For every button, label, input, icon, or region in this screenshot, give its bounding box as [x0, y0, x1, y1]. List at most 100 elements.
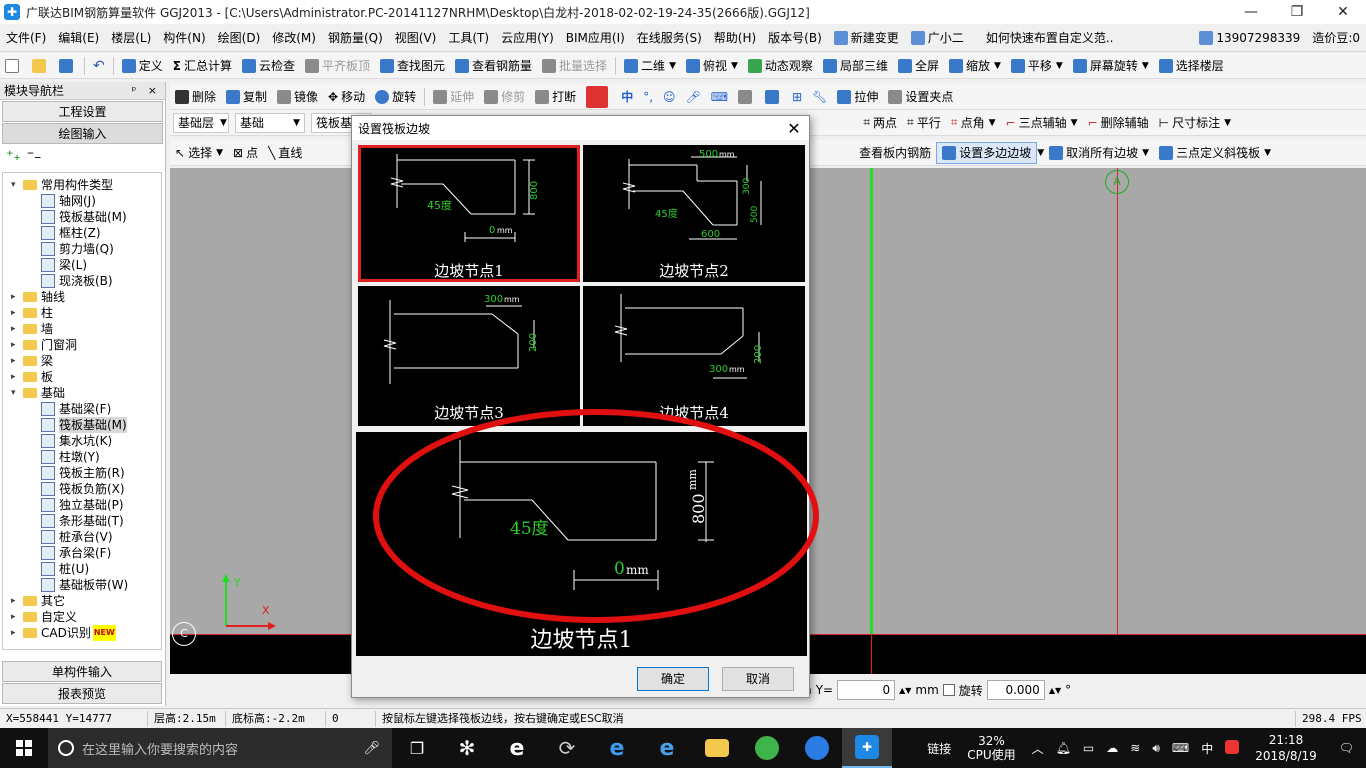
- cancel-all-slope-dropdown[interactable]: 取消所有边坡 ▼: [1044, 142, 1154, 164]
- local-3d-button[interactable]: 局部三维: [818, 55, 893, 77]
- 360-browser-icon[interactable]: [742, 728, 792, 768]
- sogou-tray-icon[interactable]: [1219, 739, 1245, 757]
- three-point-slope-dropdown[interactable]: 三点定义斜筏板 ▼: [1154, 142, 1276, 164]
- collapse-all-icon[interactable]: ⁻₋: [27, 148, 42, 164]
- expand-icon[interactable]: ▸: [11, 593, 21, 609]
- expand-icon[interactable]: ▸: [11, 609, 21, 625]
- tree-item[interactable]: 轴网(J): [41, 193, 96, 209]
- chevron-up-icon[interactable]: ︿: [1026, 740, 1050, 757]
- find-element-button[interactable]: 查找图元: [375, 55, 450, 77]
- cloud-sync-icon[interactable]: ☁: [1100, 741, 1124, 755]
- network-link-label[interactable]: 链接: [921, 740, 957, 757]
- menu-version[interactable]: 版本号(B): [762, 24, 828, 52]
- menu-online[interactable]: 在线服务(S): [631, 24, 708, 52]
- clock[interactable]: 21:18 2018/8/19: [1245, 732, 1327, 764]
- define-button[interactable]: 定义: [117, 55, 168, 77]
- menu-file[interactable]: 文件(F): [0, 24, 52, 52]
- tree-folder[interactable]: ▸ 墙: [11, 321, 53, 337]
- expand-icon[interactable]: ▸: [11, 321, 21, 337]
- dimension-dropdown[interactable]: ⊢ 尺寸标注 ▼: [1154, 112, 1236, 134]
- swirl-app-icon[interactable]: ⟳: [542, 728, 592, 768]
- start-button[interactable]: [0, 728, 48, 768]
- action-center-icon[interactable]: 🗨︎: [1327, 741, 1366, 755]
- rotate-checkbox[interactable]: [942, 684, 955, 696]
- keyboard-icon[interactable]: ⌨: [1166, 741, 1195, 755]
- ok-button[interactable]: 确定: [637, 667, 709, 691]
- minimize-button[interactable]: —: [1228, 0, 1274, 24]
- copy-button[interactable]: 复制: [221, 86, 272, 108]
- tree-folder[interactable]: ▸ 轴线: [11, 289, 65, 305]
- view-2d-dropdown[interactable]: 二维 ▼: [619, 55, 681, 77]
- trim-button[interactable]: 修剪: [479, 86, 530, 108]
- mic-icon[interactable]: 🎤︎: [363, 741, 380, 756]
- tree-item[interactable]: 独立基础(P): [41, 497, 124, 513]
- pan-dropdown[interactable]: 平移 ▼: [1006, 55, 1068, 77]
- delete-axis-button[interactable]: ⌐ 删除辅轴: [1083, 112, 1154, 134]
- ime-emoji-icon[interactable]: ☺: [658, 86, 681, 108]
- tree-item[interactable]: 现浇板(B): [41, 273, 113, 289]
- tree-item[interactable]: 筏板负筋(X): [41, 481, 125, 497]
- price-bean-label[interactable]: 造价豆:0: [1306, 24, 1366, 52]
- close-button[interactable]: ✕: [1320, 0, 1366, 24]
- menu-component[interactable]: 构件(N): [157, 24, 211, 52]
- promo-link[interactable]: 如何快速布置自定义范..: [980, 24, 1120, 52]
- expand-icon[interactable]: ▸: [11, 369, 21, 385]
- batch-select-button[interactable]: 批量选择: [537, 55, 612, 77]
- cpu-usage[interactable]: 32% CPU使用: [957, 734, 1025, 762]
- tree-item[interactable]: 梁(L): [41, 257, 87, 273]
- flat-slab-top-button[interactable]: 平齐板顶: [300, 55, 375, 77]
- expand-icon[interactable]: ▸: [11, 625, 21, 641]
- stretch-button[interactable]: 拉伸: [832, 86, 883, 108]
- ie-browser-icon[interactable]: e: [492, 728, 542, 768]
- expand-icon[interactable]: ▸: [11, 289, 21, 305]
- drawing-input-tab[interactable]: 绘图输入: [2, 123, 163, 144]
- tree-folder[interactable]: ▸ 门窗洞: [11, 337, 77, 353]
- tree-folder[interactable]: ▾ 常用构件类型: [11, 177, 113, 193]
- dialog-close-icon[interactable]: ✕: [779, 119, 809, 138]
- tree-folder[interactable]: ▾ 基础: [11, 385, 65, 401]
- tree-item[interactable]: 筏板基础(M): [41, 417, 127, 433]
- menu-floor[interactable]: 楼层(L): [105, 24, 157, 52]
- menu-draw[interactable]: 绘图(D): [212, 24, 267, 52]
- slope-node-4-option[interactable]: 300 mm 200 边坡节点4: [583, 286, 805, 426]
- cloud-check-button[interactable]: 云检查: [237, 55, 300, 77]
- ime-chinese-toggle[interactable]: 中: [616, 86, 638, 108]
- tree-item[interactable]: 条形基础(T): [41, 513, 124, 529]
- select-dropdown[interactable]: ↖ 选择 ▼: [170, 142, 228, 164]
- undo-icon[interactable]: ↶: [88, 55, 110, 77]
- tree-folder[interactable]: ▸ CAD识别 NEW: [11, 625, 116, 641]
- ime-user-icon[interactable]: [733, 86, 760, 108]
- two-points-button[interactable]: ⌗ 两点: [858, 112, 902, 134]
- menu-bim[interactable]: BIM应用(I): [560, 24, 631, 52]
- view-slab-rebar-button[interactable]: 查看板内钢筋: [854, 142, 936, 164]
- delete-button[interactable]: 删除: [170, 86, 221, 108]
- ime-grid-icon[interactable]: ⊞: [787, 86, 807, 108]
- pin-close-icons[interactable]: ᵖ ×: [132, 84, 161, 97]
- fan-app-icon[interactable]: ✻: [442, 728, 492, 768]
- floor-select[interactable]: 基础层 ▼: [173, 112, 229, 133]
- tree-folder[interactable]: ▸ 梁: [11, 353, 53, 369]
- task-view-icon[interactable]: ❐: [392, 728, 442, 768]
- tree-folder[interactable]: ▸ 板: [11, 369, 53, 385]
- tree-item[interactable]: 柱墩(Y): [41, 449, 100, 465]
- top-view-dropdown[interactable]: 俯视 ▼: [681, 55, 743, 77]
- collapse-icon[interactable]: ▾: [11, 385, 21, 401]
- sogou-app-icon[interactable]: [792, 728, 842, 768]
- ime-logo-icon[interactable]: [581, 85, 616, 108]
- wifi-icon[interactable]: ≋: [1124, 741, 1146, 755]
- ime-indicator[interactable]: 中: [1195, 740, 1219, 757]
- select-floor-button[interactable]: 选择楼层: [1154, 55, 1229, 77]
- point-angle-dropdown[interactable]: ⌗ 点角 ▼: [946, 112, 1001, 134]
- open-folder-icon[interactable]: [27, 55, 54, 77]
- chevron-down-icon[interactable]: ▼: [1037, 148, 1044, 158]
- y-offset-input[interactable]: 0: [837, 680, 896, 700]
- collapse-icon[interactable]: ▾: [11, 177, 21, 193]
- slope-node-3-option[interactable]: 300 mm 200 边坡节点3: [358, 286, 580, 426]
- expand-all-icon[interactable]: ⁺₊: [6, 148, 21, 164]
- glodon-app-icon[interactable]: ✚: [842, 728, 892, 768]
- line-button[interactable]: ╲ 直线: [263, 142, 307, 164]
- menu-rebar-quantity[interactable]: 钢筋量(Q): [322, 24, 389, 52]
- set-grip-button[interactable]: 设置夹点: [883, 86, 958, 108]
- ime-keyboard-icon[interactable]: ⌨: [706, 86, 733, 108]
- parallel-button[interactable]: ⌗ 平行: [902, 112, 946, 134]
